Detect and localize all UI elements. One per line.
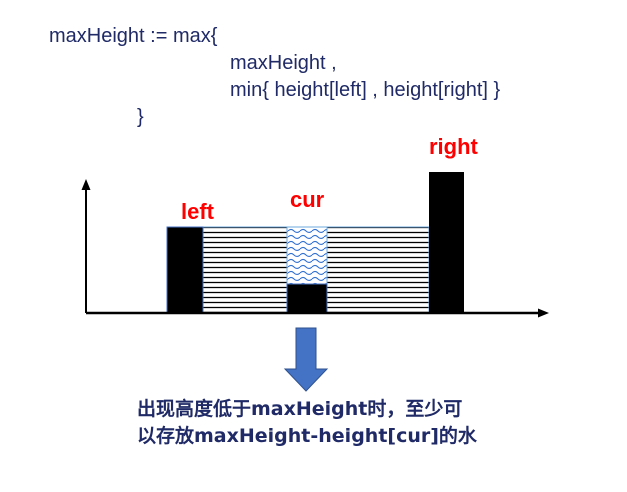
y-axis-arrowhead: [81, 179, 91, 190]
x-axis-arrowhead: [538, 308, 549, 318]
water-region-left: [203, 227, 287, 313]
cur-bar: [286, 283, 328, 314]
caption: 出现高度低于maxHeight时，至少可 以存放maxHeight-height…: [137, 396, 477, 450]
water-region-cur: [287, 227, 327, 284]
left-bar: [166, 226, 204, 314]
caption-line-2: 以存放maxHeight-height[cur]的水: [137, 425, 477, 447]
right-bar: [429, 172, 464, 313]
down-arrow-icon: [283, 327, 329, 392]
caption-line-1: 出现高度低于maxHeight时，至少可: [137, 398, 463, 420]
water-region-right: [327, 227, 429, 313]
